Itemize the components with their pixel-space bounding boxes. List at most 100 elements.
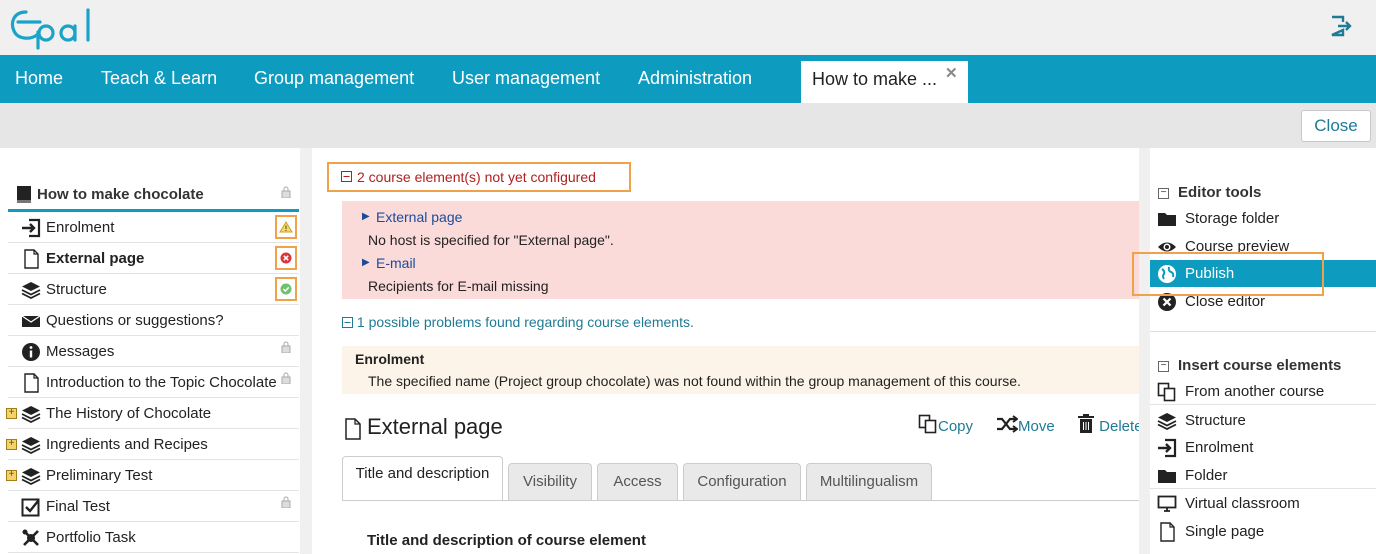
trash-icon [1078,414,1094,433]
structure-icon [1157,413,1177,431]
left-splitter[interactable] [300,148,312,554]
right-panel: − Editor tools Storage folder Course pre… [1150,148,1376,554]
collapse-icon[interactable]: − [1158,361,1169,372]
close-button[interactable]: Close [1301,110,1371,142]
error-link-external-page[interactable]: External page [376,209,462,225]
expand-icon[interactable]: + [6,439,17,450]
copy-icon [918,414,937,434]
problem-title: Enrolment [355,351,425,367]
section-heading: Title and description of course element [367,532,646,549]
collapse-icon [342,317,353,328]
tree-item-introduction[interactable]: Introduction to the Topic Chocolate [8,367,299,398]
ok-status [275,277,297,301]
insert-from-another-course[interactable]: From another course [1150,378,1376,405]
opal-logo[interactable] [8,4,100,50]
tree-item-label: Messages [46,343,115,360]
portfolio-icon [22,529,39,546]
nav-teach-learn[interactable]: Teach & Learn [101,68,217,89]
checkbox-icon [21,498,40,517]
tree-item-enrolment[interactable]: Enrolment [8,212,299,243]
triangle-icon: ▶ [362,211,370,222]
right-splitter[interactable] [1139,148,1150,554]
toolbar: Close [0,103,1376,148]
nav-administration[interactable]: Administration [638,68,752,89]
panel-divider [1150,331,1376,332]
tool-storage-folder[interactable]: Storage folder [1150,205,1376,232]
nav-home[interactable]: Home [15,68,63,89]
insert-label: Folder [1185,467,1228,484]
insert-heading: Insert course elements [1178,357,1342,374]
insert-folder[interactable]: Folder [1150,462,1376,489]
tab-access[interactable]: Access [597,463,678,501]
structure-icon [21,282,41,300]
not-configured-label: 2 course element(s) not yet configured [357,169,596,185]
tab-visibility[interactable]: Visibility [508,463,592,501]
nav-group-management[interactable]: Group management [254,68,414,89]
expand-icon[interactable]: + [6,470,17,481]
tree-item-label: Preliminary Test [46,467,153,484]
tree-item-messages[interactable]: Messages [8,336,299,367]
tree-item-label: External page [46,250,145,267]
tree-item-final-test[interactable]: Final Test [8,491,299,522]
element-title: External page [367,414,503,439]
tree-item-external-page[interactable]: External page [8,243,299,274]
lock-icon [281,372,291,384]
copy-icon [1157,382,1176,402]
tree-item-history[interactable]: + The History of Chocolate [6,398,299,429]
tree-item-questions[interactable]: Questions or suggestions? [8,305,299,336]
error-message: Recipients for E-mail missing [368,278,549,294]
tree-item-preliminary-test[interactable]: + Preliminary Test [6,460,299,491]
tree-item-structure[interactable]: Structure [8,274,299,305]
tab-course-editor[interactable]: How to make ... ✕ [801,61,968,103]
close-tab-icon[interactable]: ✕ [945,64,958,82]
collapse-icon [341,171,352,182]
tree-item-label: Structure [46,281,107,298]
folder-icon [1158,213,1176,226]
problem-text: The specified name (Project group chocol… [368,373,1021,389]
insert-single-page[interactable]: Single page [1150,518,1376,545]
collapse-icon[interactable]: − [1158,188,1169,199]
check-circle-icon [280,283,292,295]
insert-label: Single page [1185,523,1265,540]
problem-box: Enrolment The specified name (Project gr… [342,346,1139,394]
page-icon [24,249,39,269]
problems-toggle[interactable]: 1 possible problems found regarding cour… [342,314,694,330]
tree-item-label: Final Test [46,498,110,515]
tab-configuration[interactable]: Configuration [683,463,801,501]
mail-icon [21,315,41,327]
page-icon [24,373,39,393]
nav-user-management[interactable]: User management [452,68,600,89]
expand-icon[interactable]: + [6,408,17,419]
tree-item-label: Ingredients and Recipes [46,436,208,453]
tree-item-portfolio[interactable]: Portfolio Task [8,522,299,553]
tab-course-editor-label: How to make ... [812,69,938,89]
tree-item-ingredients[interactable]: + Ingredients and Recipes [6,429,299,460]
insert-virtual-classroom[interactable]: Virtual classroom [1150,490,1376,517]
tree-item-label: Questions or suggestions? [46,312,224,329]
copy-button[interactable]: Copy [918,414,973,435]
tab-multilingualism[interactable]: Multilingualism [806,463,932,501]
insert-enrolment[interactable]: Enrolment [1150,434,1376,461]
error-list: ▶ External page No host is specified for… [342,201,1139,299]
structure-icon [21,468,41,486]
insert-label: Virtual classroom [1185,495,1300,512]
monitor-icon [1157,495,1177,512]
enrolment-icon [22,218,41,238]
move-button[interactable]: Move [996,414,1055,435]
tree-item-label: Introduction to the Topic Chocolate [46,374,277,391]
page-icon [1160,522,1175,542]
logout-icon[interactable] [1328,14,1352,38]
warning-icon [279,221,293,233]
insert-label: Structure [1185,412,1246,429]
insert-label: From another course [1185,383,1325,400]
error-link-email[interactable]: E-mail [376,255,416,271]
warning-status [275,215,297,239]
tree-root[interactable]: How to make chocolate [8,184,299,212]
not-configured-toggle[interactable]: 2 course element(s) not yet configured [327,162,631,192]
error-status [275,246,297,270]
tab-title-description[interactable]: Title and description [342,456,503,501]
insert-structure[interactable]: Structure [1150,407,1376,434]
folder-icon [1158,470,1176,483]
delete-button[interactable]: Delete [1077,414,1143,435]
tab-divider [342,500,1139,501]
